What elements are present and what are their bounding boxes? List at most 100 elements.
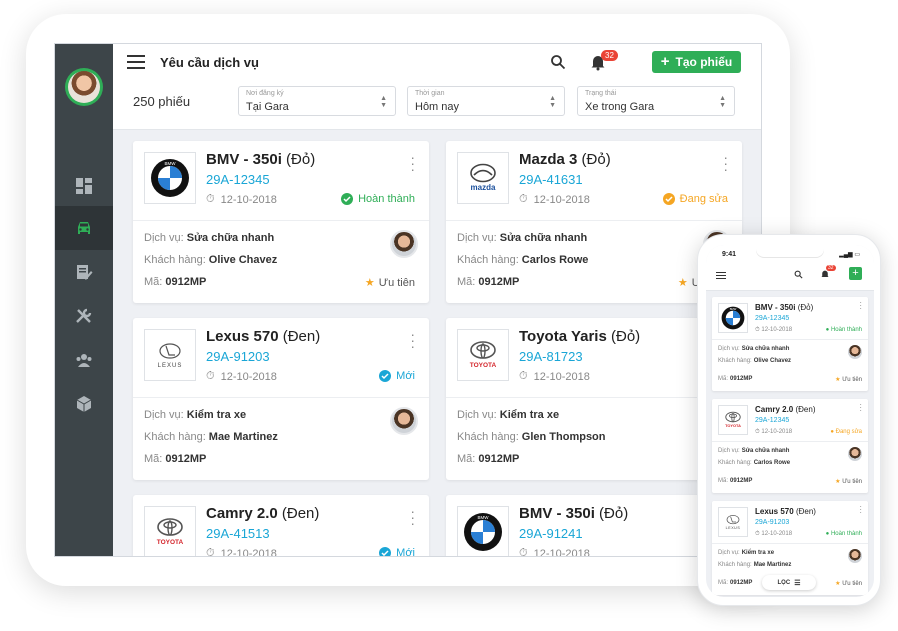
sliders-icon: ☰	[794, 579, 801, 587]
customer-avatar	[848, 345, 862, 359]
clock-icon: ⏱	[206, 370, 215, 382]
license-plate[interactable]: 29A-91203	[755, 519, 789, 526]
more-options-icon[interactable]: ···	[410, 327, 415, 353]
divider	[712, 441, 868, 442]
car-icon[interactable]	[55, 206, 113, 250]
clock-icon: ⏱	[206, 547, 215, 557]
service-card[interactable]: BMW BMV - 350i (Đỏ) 29A-12345 ⏱ 12-10-201…	[133, 141, 429, 303]
priority-badge: ★ Ưu tiên	[835, 479, 862, 485]
svg-text:mazda: mazda	[471, 183, 496, 192]
signal-battery-icon: ▂▄▆ ▭	[839, 252, 860, 258]
svg-text:TOYOTA: TOYOTA	[157, 539, 184, 546]
star-icon: ★	[835, 377, 841, 383]
tools-icon[interactable]	[55, 294, 113, 338]
date: ⏱ 12-10-2018	[206, 193, 277, 206]
status-badge: ● Đang sửa	[830, 429, 862, 435]
license-plate[interactable]: 29A-41631	[519, 172, 583, 187]
avatar[interactable]	[65, 68, 103, 106]
service-card[interactable]: LEXUS Lexus 570 (Đen) 29A-91203 ⏱ 12-10-2…	[133, 318, 429, 480]
service-row: Dịch vụ: Sửa chữa nhanh	[144, 232, 275, 244]
service-row: Dịch vụ: Sửa chữa nhanh	[457, 232, 588, 244]
license-plate[interactable]: 29A-12345	[206, 172, 270, 187]
sort-caret-icon: ▲ ▼	[380, 95, 387, 109]
svg-text:TOYOTA: TOYOTA	[725, 423, 741, 428]
customer-avatar	[848, 549, 862, 563]
customer-row: Khách hàng: Mae Martinez	[144, 431, 278, 443]
code-row: Mã: 0912MP	[718, 478, 753, 484]
license-plate[interactable]: 29A-41513	[206, 526, 270, 541]
phone-filter-button[interactable]: LỌC ☰	[762, 575, 816, 590]
filter-status[interactable]: Trạng thái Xe trong Gara ▲ ▼	[577, 86, 735, 116]
phone-add-button[interactable]: +	[849, 267, 862, 280]
brand-logo: TOYOTA	[457, 329, 509, 381]
customer-row: Khách hàng: Olive Chavez	[144, 254, 278, 266]
brand-logo: TOYOTA	[718, 405, 748, 435]
more-options-icon[interactable]: ···	[410, 150, 415, 176]
date: ⏱ 12-10-2018	[519, 370, 590, 383]
phone-menu-icon[interactable]	[716, 272, 726, 279]
license-plate[interactable]: 29A-81723	[519, 349, 583, 364]
customer-row: Khách hàng: Glen Thompson	[457, 431, 606, 443]
brand-logo: BMW	[457, 506, 509, 556]
more-options-icon[interactable]: ···	[859, 401, 862, 415]
car-title: Camry 2.0 (Đen)	[206, 505, 320, 522]
date: ⏱ 12-10-2018	[755, 327, 793, 333]
menu-icon[interactable]	[127, 55, 145, 69]
more-options-icon[interactable]: ···	[859, 299, 862, 313]
service-row: Dịch vụ: Kiểm tra xe	[144, 409, 247, 421]
customer-avatar	[390, 230, 418, 258]
filter-label: Thời gian	[415, 90, 445, 97]
phone-filter-label: LỌC	[777, 579, 791, 586]
code-row: Mã: 0912MP	[457, 453, 520, 465]
phone-service-card[interactable]: TOYOTA Camry 2.0 (Đen) 29A-12345 ⏱ 12-10…	[712, 399, 868, 493]
license-plate[interactable]: 29A-91241	[519, 526, 583, 541]
svg-text:BMW: BMW	[478, 515, 490, 520]
filter-value: Tại Gara	[246, 101, 289, 113]
filter-value: Hôm nay	[415, 101, 460, 113]
service-card[interactable]: TOYOTA Camry 2.0 (Đen) 29A-41513 ⏱ 12-10-…	[133, 495, 429, 557]
status-icon	[662, 193, 675, 205]
phone-search-icon[interactable]	[794, 270, 803, 279]
create-ticket-button[interactable]: + Tạo phiếu	[652, 51, 741, 73]
clock-icon: ⏱	[519, 547, 528, 557]
brand-logo: LEXUS	[718, 507, 748, 537]
license-plate[interactable]: 29A-12345	[755, 315, 789, 322]
stage: Yêu cầu dịch vụ 32 + Tạo phiếu 250 phiếu…	[0, 0, 898, 631]
more-options-icon[interactable]: ···	[723, 150, 728, 176]
page-title: Yêu cầu dịch vụ	[160, 55, 259, 70]
status-badge: ● Hoàn thành	[825, 327, 862, 333]
star-icon: ★	[835, 479, 841, 485]
notification-badge: 32	[601, 50, 618, 61]
more-options-icon[interactable]: ···	[410, 504, 415, 530]
filter-label: Trạng thái	[585, 90, 617, 97]
license-plate[interactable]: 29A-91203	[206, 349, 270, 364]
status-badge: ● Hoàn thành	[825, 531, 862, 537]
more-options-icon[interactable]: ···	[859, 503, 862, 517]
create-ticket-label: Tạo phiếu	[675, 55, 733, 69]
edit-document-icon[interactable]	[55, 250, 113, 294]
box-icon[interactable]	[55, 382, 113, 426]
search-icon[interactable]	[550, 54, 566, 70]
car-title: BMV - 350i (Đỏ)	[755, 303, 814, 312]
code-row: Mã: 0912MP	[718, 580, 753, 586]
date: ⏱ 12-10-2018	[755, 531, 793, 537]
code-row: Mã: 0912MP	[457, 276, 520, 288]
license-plate[interactable]: 29A-12345	[755, 417, 789, 424]
status-badge: Hoàn thành	[341, 193, 415, 205]
people-icon[interactable]	[55, 338, 113, 382]
svg-text:LEXUS: LEXUS	[726, 526, 741, 530]
phone-service-card[interactable]: BMW BMV - 350i (Đỏ) 29A-12345 ⏱ 12-10-20…	[712, 297, 868, 391]
car-title: Toyota Yaris (Đỏ)	[519, 328, 641, 345]
service-row: Dịch vụ: Kiểm tra xe	[457, 409, 560, 421]
date: ⏱ 12-10-2018	[519, 193, 590, 206]
filter-time[interactable]: Thời gian Hôm nay ▲ ▼	[407, 86, 565, 116]
customer-row: Khách hàng: Carlos Rowe	[457, 254, 589, 266]
svg-text:TOYOTA: TOYOTA	[470, 362, 497, 369]
clock-icon: ⏱	[206, 193, 215, 205]
dashboard-icon[interactable]	[55, 164, 113, 208]
brand-logo: mazda	[457, 152, 509, 204]
priority-badge: ★ Ưu tiên	[835, 581, 862, 587]
customer-avatar	[848, 447, 862, 461]
divider	[712, 339, 868, 340]
filter-registration[interactable]: Nơi đăng ký Tại Gara ▲ ▼	[238, 86, 396, 116]
